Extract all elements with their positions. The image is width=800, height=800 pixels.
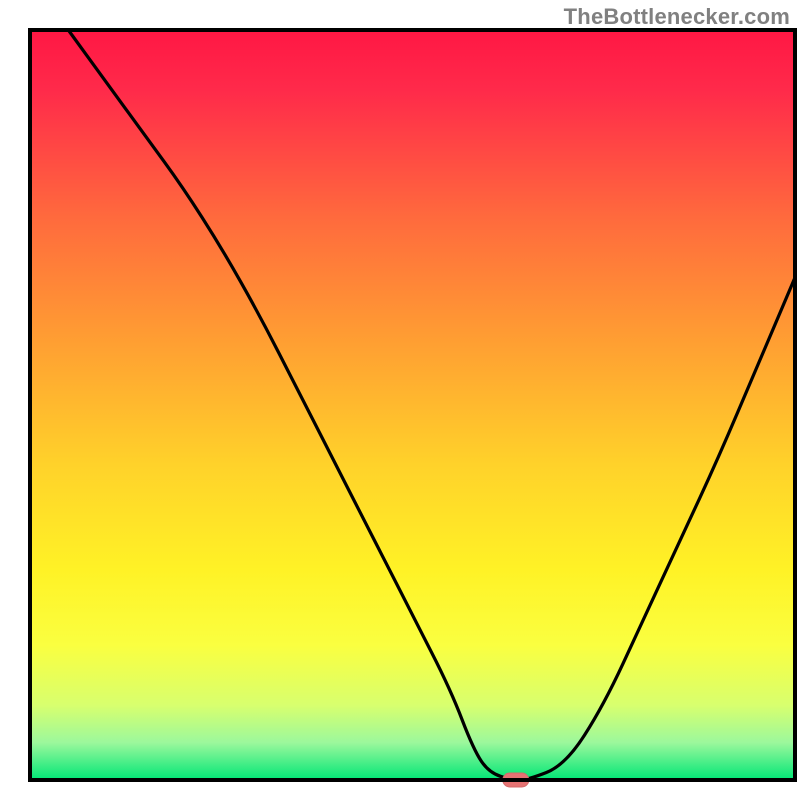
bottleneck-chart xyxy=(0,0,800,800)
plot-area xyxy=(30,30,795,787)
plot-background xyxy=(30,30,795,780)
chart-root: TheBottlenecker.com xyxy=(0,0,800,800)
